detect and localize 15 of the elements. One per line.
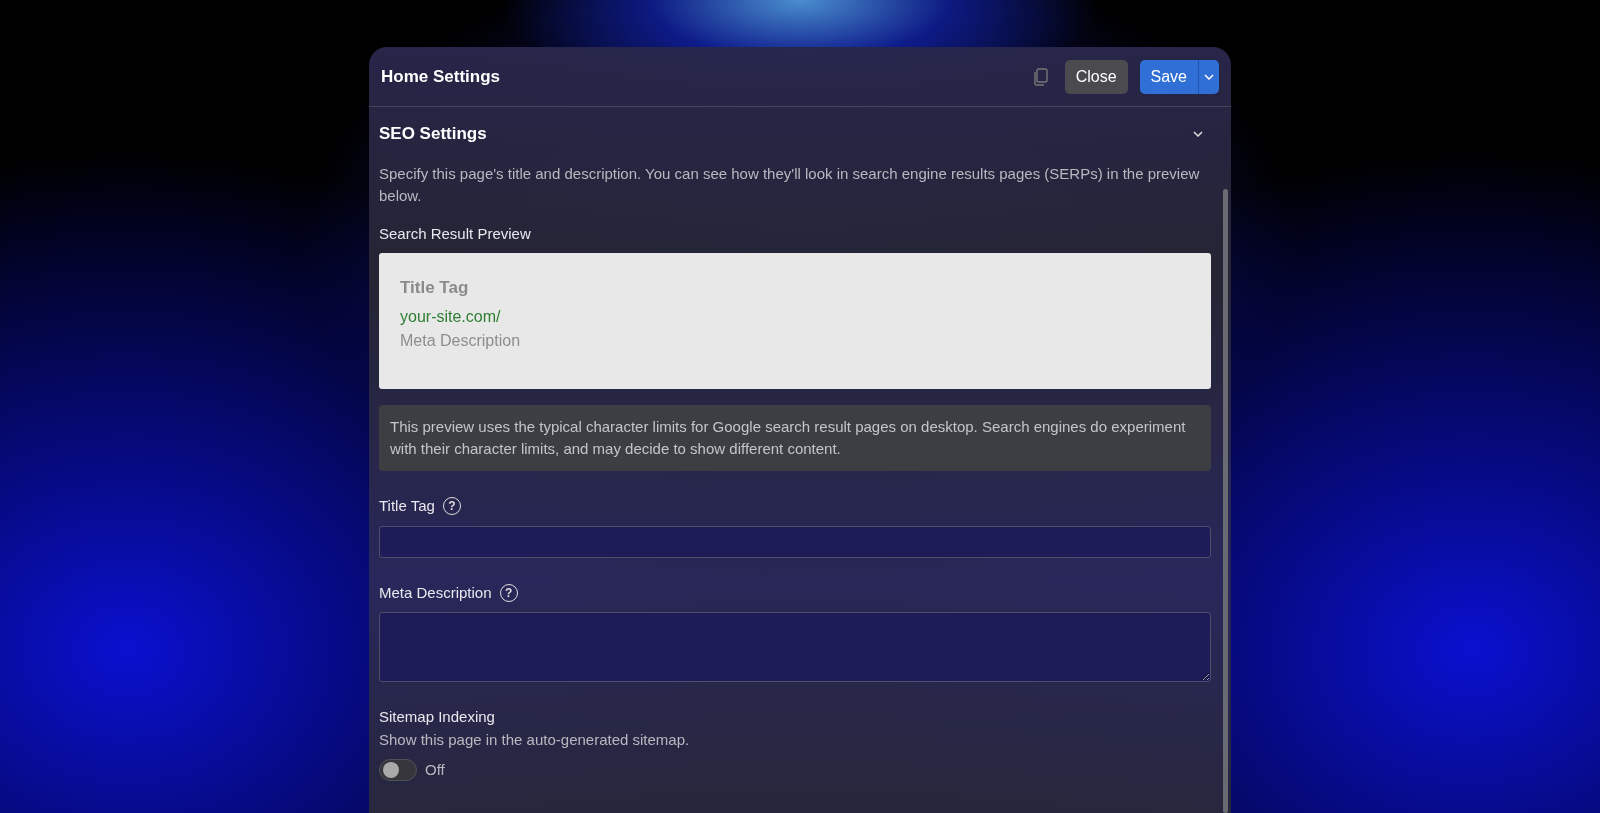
field-label: Title Tag: [379, 496, 435, 516]
preview-note: This preview uses the typical character limits for Google search result pages on desktop. Search engines do experiment with their character limits, and may decide to show different content.: [379, 405, 1211, 471]
preview-description: Meta Description: [400, 330, 522, 351]
field-label: Meta Description: [379, 582, 492, 603]
sitemap-label: Sitemap Indexing: [379, 707, 496, 727]
section-title[interactable]: SEO Settings: [379, 121, 487, 147]
panel-title: Home Settings: [381, 65, 501, 88]
preview-title: Title Tag: [400, 277, 470, 299]
save-button[interactable]: Save: [1139, 59, 1198, 94]
section-description: Specify this page's title and description. You can see how they'll look in search engine results pages (SERPs) in the preview below.: [379, 163, 1201, 206]
sitemap-hint: Show this page in the auto-generated sitemap.: [379, 729, 691, 750]
toggle-state-label: Off: [425, 759, 445, 780]
close-button[interactable]: Close: [1064, 59, 1128, 94]
preview-url: your-site.com/: [400, 306, 502, 327]
preview-label: Search Result Preview: [379, 223, 532, 244]
